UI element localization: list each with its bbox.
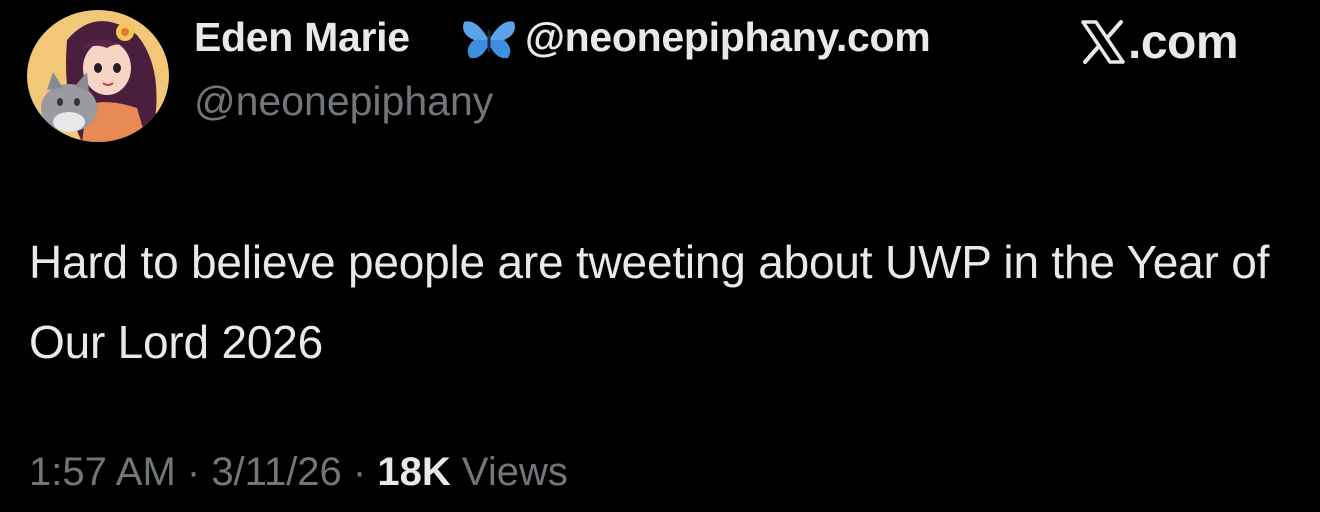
- brand-watermark: .com: [1080, 14, 1239, 70]
- butterfly-icon: [463, 21, 515, 59]
- author-avatar[interactable]: [27, 10, 169, 142]
- x-logo-icon: [1081, 20, 1125, 64]
- meta-separator: ·: [175, 450, 212, 494]
- views-label: Views: [450, 450, 568, 494]
- tweet-text: Hard to believe people are tweeting abou…: [29, 236, 1270, 368]
- brand-text: .com: [1128, 15, 1239, 69]
- meta-separator: ·: [341, 450, 378, 494]
- views-count[interactable]: 18K: [377, 450, 450, 494]
- author-website[interactable]: @neonepiphany.com: [525, 14, 931, 61]
- tweet-time[interactable]: 1:57 AM: [29, 450, 176, 494]
- author-handle[interactable]: @neonepiphany: [194, 78, 493, 125]
- author-display-name[interactable]: Eden Marie: [194, 14, 410, 61]
- tweet-meta: 1:57 AM · 3/11/26 · 18K Views: [29, 450, 568, 495]
- avatar-illustration: [27, 10, 169, 142]
- tweet-date[interactable]: 3/11/26: [211, 450, 342, 494]
